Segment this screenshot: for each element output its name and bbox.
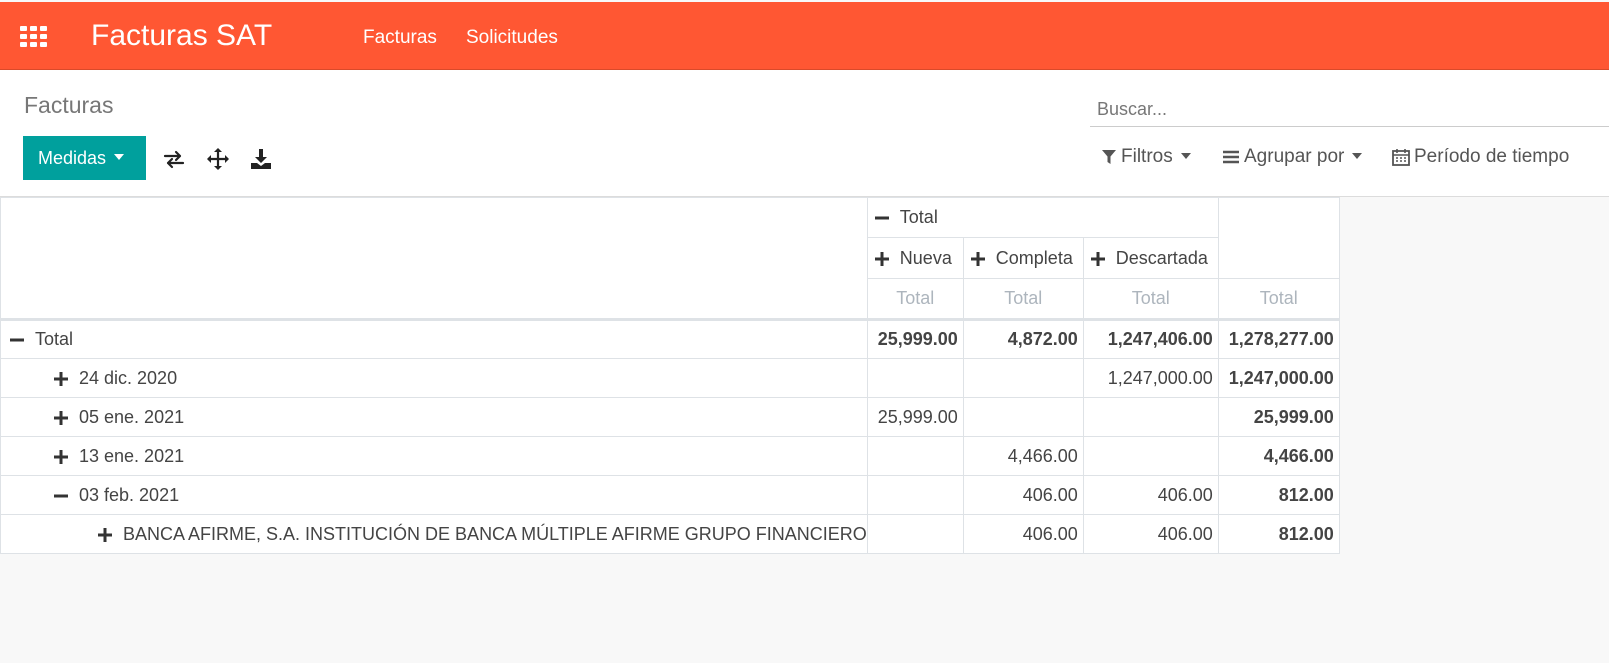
row-header-label: 03 feb. 2021 bbox=[79, 484, 180, 505]
plus-icon bbox=[97, 524, 113, 545]
row-header[interactable]: BANCA AFIRME, S.A. INSTITUCIÓN DE BANCA … bbox=[0, 514, 868, 554]
pivot-cell[interactable]: 25,999.00 bbox=[866, 397, 964, 437]
measure-header[interactable]: Total bbox=[1082, 278, 1219, 321]
minus-icon bbox=[874, 207, 890, 228]
measure-header[interactable]: Total bbox=[962, 278, 1084, 321]
row-header[interactable]: 24 dic. 2020 bbox=[0, 358, 868, 398]
pivot-row: 24 dic. 2020 1,247,000.00 1,247,000.00 bbox=[0, 358, 1340, 398]
row-total-cell[interactable]: 812.00 bbox=[1217, 514, 1340, 554]
pivot-table: Total Nueva Completa Descartada Total To… bbox=[0, 197, 1340, 554]
group-by-button[interactable]: Agrupar por bbox=[1222, 146, 1363, 168]
column-header-label: Completa bbox=[995, 247, 1073, 268]
search-input[interactable] bbox=[1090, 92, 1609, 127]
download-icon[interactable] bbox=[250, 148, 272, 170]
plus-icon bbox=[1090, 248, 1106, 269]
row-header[interactable]: Total bbox=[0, 319, 868, 359]
pivot-cell[interactable]: 406.00 bbox=[1082, 475, 1219, 515]
pivot-row: 05 ene. 2021 25,999.00 25,999.00 bbox=[0, 397, 1340, 437]
column-header-label: Nueva bbox=[899, 247, 952, 268]
pivot-header-spacer bbox=[1217, 197, 1340, 279]
row-header[interactable]: 13 ene. 2021 bbox=[0, 436, 868, 476]
filter-icon bbox=[1102, 150, 1116, 164]
plus-icon bbox=[53, 407, 69, 428]
pivot-row: Total 25,999.00 4,872.00 1,247,406.00 1,278,… bbox=[0, 319, 1340, 359]
measure-header[interactable]: Total bbox=[866, 278, 964, 321]
calendar-icon bbox=[1392, 149, 1410, 166]
row-total-cell[interactable]: 812.00 bbox=[1217, 475, 1340, 515]
pivot-cell[interactable]: 4,466.00 bbox=[962, 436, 1084, 476]
column-header-completa[interactable]: Completa bbox=[962, 237, 1084, 279]
group-by-label: Agrupar por bbox=[1244, 146, 1345, 167]
filters-button[interactable]: Filtros bbox=[1101, 146, 1191, 168]
pivot-cell[interactable]: 25,999.00 bbox=[866, 319, 964, 359]
pivot-cell[interactable] bbox=[962, 358, 1084, 398]
apps-menu-icon[interactable] bbox=[20, 26, 47, 47]
plus-icon bbox=[970, 248, 986, 269]
breadcrumb[interactable]: Facturas bbox=[24, 92, 113, 119]
row-total-cell[interactable]: 25,999.00 bbox=[1217, 397, 1340, 437]
control-panel: Facturas Medidas Filtros Agrupar por Per… bbox=[0, 70, 1609, 197]
column-header-nueva[interactable]: Nueva bbox=[866, 237, 964, 279]
caret-down-icon bbox=[1180, 152, 1191, 159]
pivot-row: 13 ene. 2021 4,466.00 4,466.00 bbox=[0, 436, 1340, 476]
column-header-descartada[interactable]: Descartada bbox=[1082, 237, 1219, 279]
row-header-label: BANCA AFIRME, S.A. INSTITUCIÓN DE BANCA … bbox=[123, 523, 867, 544]
minus-icon bbox=[9, 329, 25, 350]
list-icon bbox=[1223, 150, 1239, 164]
measures-label: Medidas bbox=[38, 147, 107, 168]
pivot-cell[interactable] bbox=[866, 436, 964, 476]
flip-axis-icon[interactable] bbox=[163, 148, 185, 170]
row-header[interactable]: 03 feb. 2021 bbox=[0, 475, 868, 515]
pivot-row: BANCA AFIRME, S.A. INSTITUCIÓN DE BANCA … bbox=[0, 514, 1340, 554]
column-header-label: Descartada bbox=[1115, 247, 1208, 268]
plus-icon bbox=[53, 368, 69, 389]
pivot-cell[interactable]: 4,872.00 bbox=[962, 319, 1084, 359]
expand-all-icon[interactable] bbox=[207, 148, 229, 170]
top-navbar: Facturas SAT Facturas Solicitudes bbox=[0, 2, 1609, 70]
pivot-cell[interactable] bbox=[866, 358, 964, 398]
row-header-label: 05 ene. 2021 bbox=[79, 406, 185, 427]
time-period-label: Período de tiempo bbox=[1414, 146, 1570, 167]
pivot-cell[interactable]: 406.00 bbox=[962, 514, 1084, 554]
row-total-cell[interactable]: 4,466.00 bbox=[1217, 436, 1340, 476]
row-header-label: 24 dic. 2020 bbox=[79, 367, 178, 388]
caret-down-icon bbox=[114, 154, 125, 161]
measures-button[interactable]: Medidas bbox=[23, 136, 146, 180]
menu-item-solicitudes[interactable]: Solicitudes bbox=[466, 27, 558, 49]
pivot-cell[interactable] bbox=[866, 514, 964, 554]
pivot-cell[interactable] bbox=[1082, 436, 1219, 476]
pivot-corner-cell bbox=[0, 197, 868, 321]
row-header-label: Total bbox=[35, 329, 74, 349]
pivot-cell[interactable]: 1,247,406.00 bbox=[1082, 319, 1219, 359]
row-header-label: 13 ene. 2021 bbox=[79, 445, 185, 466]
caret-down-icon bbox=[1352, 152, 1363, 159]
pivot-cell[interactable] bbox=[866, 475, 964, 515]
plus-icon bbox=[874, 248, 890, 269]
pivot-row: 03 feb. 2021 406.00 406.00 812.00 bbox=[0, 475, 1340, 515]
row-total-cell[interactable]: 1,278,277.00 bbox=[1217, 319, 1340, 359]
plus-icon bbox=[53, 446, 69, 467]
time-period-button[interactable]: Período de tiempo bbox=[1392, 146, 1569, 168]
row-header[interactable]: 05 ene. 2021 bbox=[0, 397, 868, 437]
pivot-cell[interactable]: 406.00 bbox=[962, 475, 1084, 515]
row-total-cell[interactable]: 1,247,000.00 bbox=[1217, 358, 1340, 398]
column-header-total[interactable]: Total bbox=[866, 197, 1219, 238]
pivot-cell[interactable] bbox=[1082, 397, 1219, 437]
pivot-cell[interactable]: 406.00 bbox=[1082, 514, 1219, 554]
filters-label: Filtros bbox=[1121, 146, 1173, 167]
pivot-body: Total 25,999.00 4,872.00 1,247,406.00 1,278,… bbox=[0, 319, 1340, 554]
pivot-cell[interactable] bbox=[962, 397, 1084, 437]
measure-header[interactable]: Total bbox=[1217, 278, 1340, 321]
minus-icon bbox=[53, 485, 69, 506]
pivot-cell[interactable]: 1,247,000.00 bbox=[1082, 358, 1219, 398]
menu-item-facturas[interactable]: Facturas bbox=[363, 27, 437, 49]
column-header-label: Total bbox=[899, 207, 938, 227]
app-title[interactable]: Facturas SAT bbox=[91, 19, 272, 53]
